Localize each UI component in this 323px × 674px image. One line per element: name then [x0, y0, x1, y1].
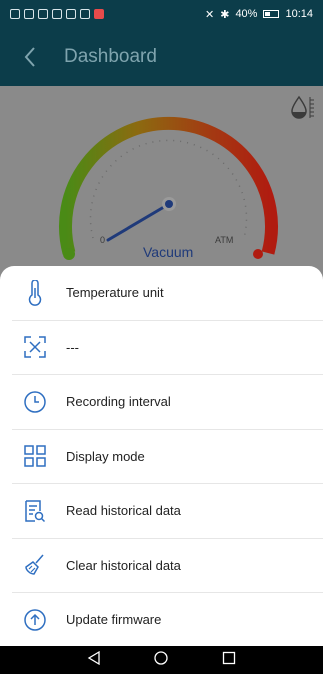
sync-icon [38, 9, 48, 19]
battery-icon [263, 10, 280, 18]
menu-item-expand[interactable]: --- [12, 321, 323, 375]
thermometer-icon [22, 279, 48, 306]
menu-item-label: Clear historical data [66, 557, 181, 573]
status-notification-icons [10, 9, 104, 19]
page-title: Dashboard [64, 46, 157, 67]
menu-item-recording-interval[interactable]: Recording interval [12, 375, 323, 430]
menu-item-temperature-unit[interactable]: Temperature unit [12, 266, 323, 321]
gauge-min-label: 0 [100, 235, 106, 245]
status-system-icons: ✕ ✱ 40% 10:14 [205, 8, 313, 21]
nav-recents-icon[interactable] [222, 651, 236, 670]
mail-icon [66, 9, 76, 19]
clock-icon [22, 389, 48, 415]
back-icon[interactable] [10, 28, 50, 86]
menu-item-label: Read historical data [66, 503, 181, 519]
upload-arrow-icon [22, 607, 48, 633]
settings-bottom-sheet: Temperature unit --- Recording interval [0, 266, 323, 646]
menu-item-label: Temperature unit [66, 285, 164, 301]
no-sim-icon: ✕ [205, 8, 215, 21]
menu-item-label: Update firmware [66, 612, 162, 628]
tank-level-icon[interactable] [291, 94, 315, 125]
nav-back-icon[interactable] [87, 650, 101, 670]
notification-icon [10, 9, 20, 19]
document-search-icon [22, 498, 48, 524]
status-time: 10:14 [285, 8, 313, 20]
battery-percent: 40% [235, 8, 258, 20]
gauge-max-label: ATM [215, 235, 234, 245]
broom-icon [22, 552, 48, 578]
gauge-unit-label: Vacuum [143, 244, 194, 260]
status-bar: ✕ ✱ 40% 10:14 [0, 0, 323, 28]
vacuum-gauge: 0 ATM Vacuum [48, 88, 288, 268]
wifi-icon [24, 9, 34, 19]
menu-item-update-firmware[interactable]: Update firmware [12, 593, 323, 647]
menu-item-display-mode[interactable]: Display mode [12, 430, 323, 484]
system-navigation-bar [0, 646, 323, 674]
usb-icon [52, 9, 62, 19]
app-bar: Dashboard [0, 28, 323, 86]
nav-home-icon[interactable] [154, 650, 169, 670]
bag-icon [80, 9, 90, 19]
menu-item-label: Recording interval [66, 394, 171, 410]
app-icon [94, 9, 104, 19]
bluetooth-icon: ✱ [220, 8, 230, 21]
menu-item-clear-historical-data[interactable]: Clear historical data [12, 539, 323, 593]
menu-item-read-historical-data[interactable]: Read historical data [12, 484, 323, 539]
grid-icon [22, 443, 48, 469]
menu-item-label: Display mode [66, 448, 145, 464]
menu-item-label: --- [66, 339, 79, 355]
expand-frame-icon [22, 334, 48, 360]
